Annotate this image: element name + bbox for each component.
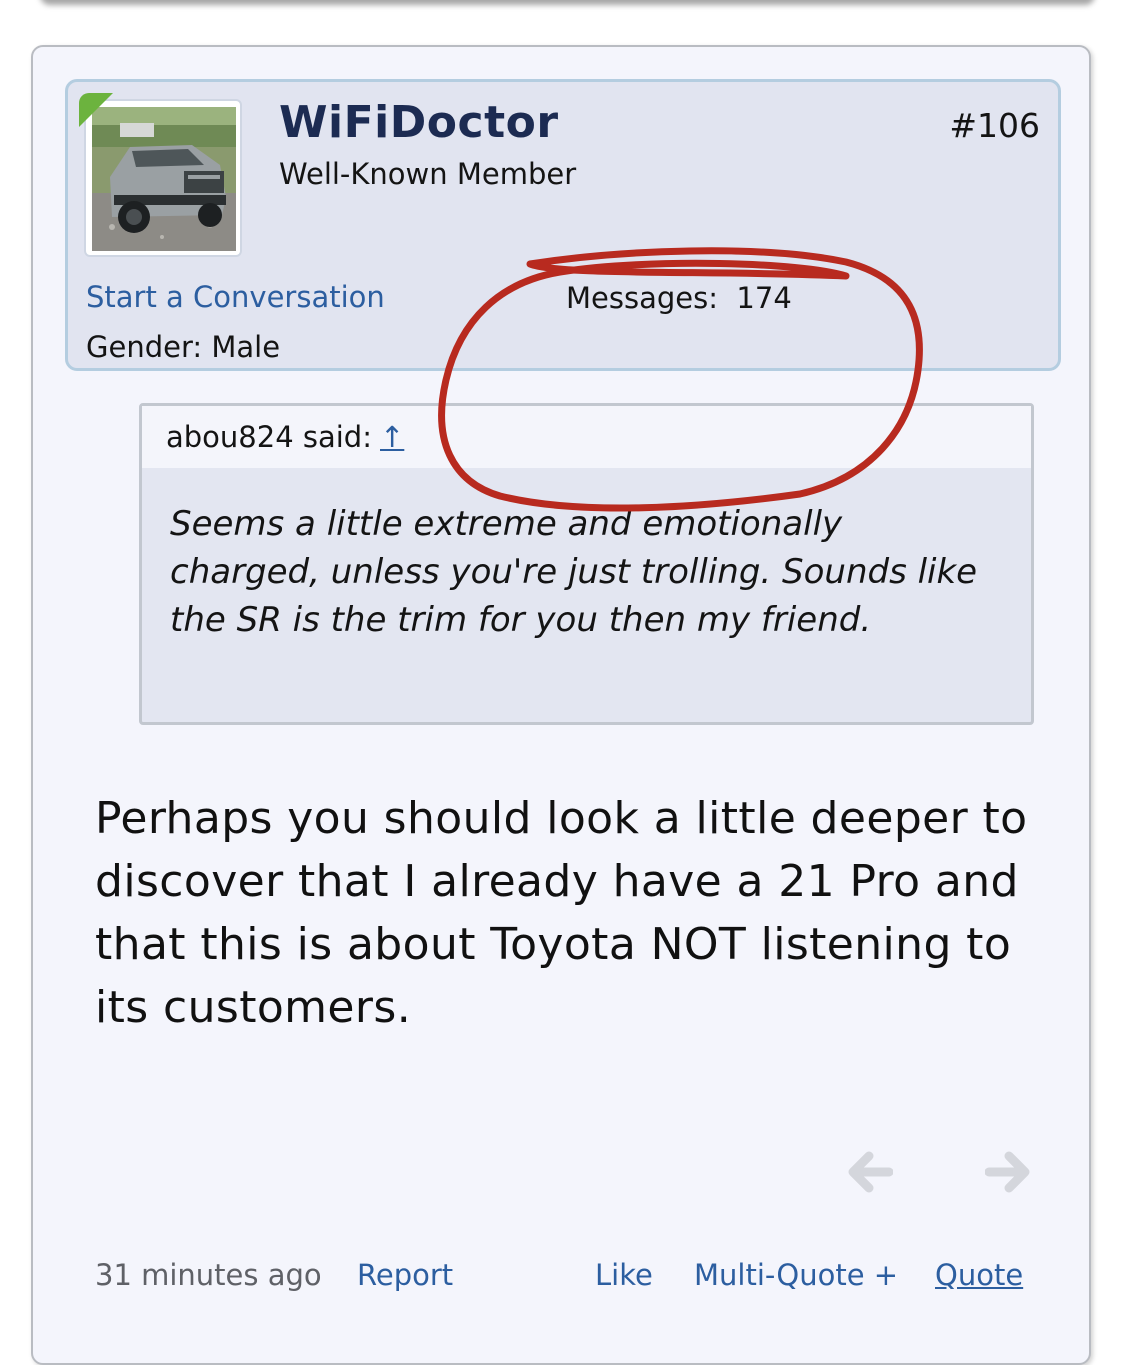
quote-author: abou824 said: bbox=[166, 420, 372, 454]
user-info-block: WiFiDoctor Well-Known Member #106 Start … bbox=[65, 79, 1061, 371]
quote-header: abou824 said: ↑ bbox=[142, 406, 1031, 468]
post-number[interactable]: #106 bbox=[949, 106, 1040, 145]
arrow-right-icon[interactable] bbox=[984, 1143, 1035, 1201]
jump-to-quoted-post-icon[interactable]: ↑ bbox=[380, 420, 404, 454]
messages-label: Messages: bbox=[566, 281, 718, 315]
forum-post: WiFiDoctor Well-Known Member #106 Start … bbox=[31, 45, 1091, 1365]
start-conversation-link[interactable]: Start a Conversation bbox=[86, 280, 385, 314]
report-link[interactable]: Report bbox=[357, 1258, 453, 1292]
quote-text: Seems a little extreme and emotionally c… bbox=[170, 504, 978, 640]
message-body: Perhaps you should look a little deeper … bbox=[95, 793, 1028, 1033]
quote-block: abou824 said: ↑ Seems a little extreme an… bbox=[139, 403, 1034, 725]
gender-value: Male bbox=[211, 330, 281, 364]
post-navigation bbox=[845, 1143, 1035, 1201]
gender-row: Gender: Male bbox=[86, 330, 280, 364]
messages-count: 174 bbox=[736, 281, 792, 315]
messages-row: Messages: 174 bbox=[566, 281, 792, 315]
post-footer: 31 minutes ago Report Like Multi-Quote +… bbox=[33, 1258, 1089, 1298]
post-timestamp[interactable]: 31 minutes ago bbox=[95, 1258, 322, 1292]
avatar-image bbox=[92, 107, 236, 251]
arrow-left-icon[interactable] bbox=[845, 1143, 895, 1201]
user-title: Well-Known Member bbox=[279, 157, 577, 191]
online-indicator-icon bbox=[79, 93, 113, 127]
quote-author-row: abou824 said: ↑ bbox=[166, 420, 404, 454]
like-button[interactable]: Like bbox=[595, 1258, 653, 1292]
quote-button[interactable]: Quote bbox=[935, 1258, 1023, 1292]
username[interactable]: WiFiDoctor bbox=[279, 97, 559, 148]
gender-label: Gender: bbox=[86, 330, 203, 364]
multi-quote-button[interactable]: Multi-Quote + bbox=[694, 1258, 898, 1292]
